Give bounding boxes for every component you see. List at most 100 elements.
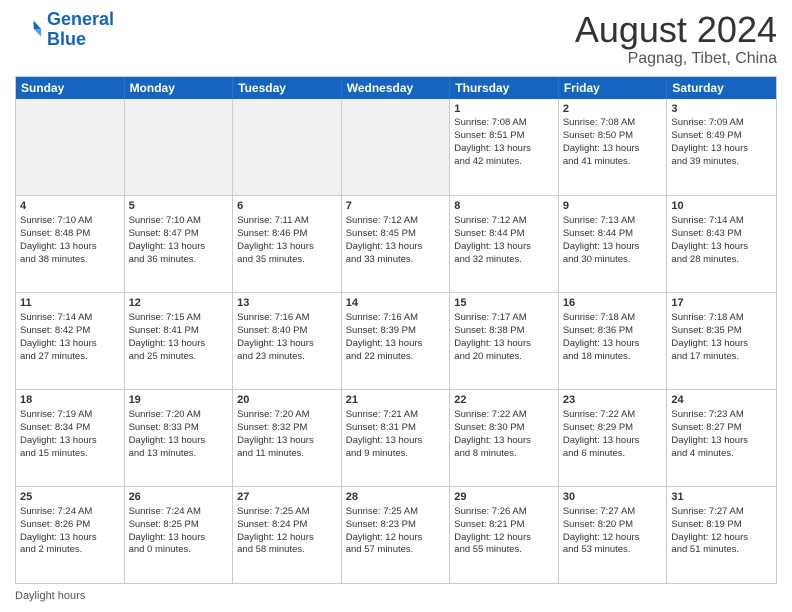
calendar-cell-8: 8Sunrise: 7:12 AM Sunset: 8:44 PM Daylig… xyxy=(450,196,559,292)
calendar-cell-21: 21Sunrise: 7:21 AM Sunset: 8:31 PM Dayli… xyxy=(342,390,451,486)
day-info: Sunrise: 7:24 AM Sunset: 8:26 PM Dayligh… xyxy=(20,506,97,555)
day-number: 16 xyxy=(563,296,663,311)
day-number: 2 xyxy=(563,102,663,117)
calendar-cell-3: 3Sunrise: 7:09 AM Sunset: 8:49 PM Daylig… xyxy=(667,99,776,196)
logo-blue: Blue xyxy=(47,30,114,50)
day-of-week-friday: Friday xyxy=(559,77,668,99)
day-info: Sunrise: 7:12 AM Sunset: 8:44 PM Dayligh… xyxy=(454,215,531,264)
day-info: Sunrise: 7:13 AM Sunset: 8:44 PM Dayligh… xyxy=(563,215,640,264)
day-info: Sunrise: 7:08 AM Sunset: 8:51 PM Dayligh… xyxy=(454,117,531,166)
calendar-header: SundayMondayTuesdayWednesdayThursdayFrid… xyxy=(16,77,776,99)
day-info: Sunrise: 7:18 AM Sunset: 8:36 PM Dayligh… xyxy=(563,312,640,361)
day-info: Sunrise: 7:14 AM Sunset: 8:43 PM Dayligh… xyxy=(671,215,748,264)
day-number: 27 xyxy=(237,490,337,505)
day-of-week-thursday: Thursday xyxy=(450,77,559,99)
day-number: 25 xyxy=(20,490,120,505)
day-info: Sunrise: 7:19 AM Sunset: 8:34 PM Dayligh… xyxy=(20,409,97,458)
calendar-cell-10: 10Sunrise: 7:14 AM Sunset: 8:43 PM Dayli… xyxy=(667,196,776,292)
footer: Daylight hours xyxy=(15,590,777,602)
logo-general: General xyxy=(47,9,114,29)
day-info: Sunrise: 7:10 AM Sunset: 8:48 PM Dayligh… xyxy=(20,215,97,264)
logo-text: General Blue xyxy=(47,10,114,50)
calendar-cell-2: 2Sunrise: 7:08 AM Sunset: 8:50 PM Daylig… xyxy=(559,99,668,196)
calendar-cell-31: 31Sunrise: 7:27 AM Sunset: 8:19 PM Dayli… xyxy=(667,487,776,583)
calendar-cell-empty xyxy=(233,99,342,196)
logo-icon xyxy=(15,16,43,44)
day-number: 22 xyxy=(454,393,554,408)
day-number: 6 xyxy=(237,199,337,214)
day-number: 8 xyxy=(454,199,554,214)
day-info: Sunrise: 7:21 AM Sunset: 8:31 PM Dayligh… xyxy=(346,409,423,458)
calendar-cell-6: 6Sunrise: 7:11 AM Sunset: 8:46 PM Daylig… xyxy=(233,196,342,292)
day-info: Sunrise: 7:25 AM Sunset: 8:24 PM Dayligh… xyxy=(237,506,314,555)
header: General Blue August 2024 Pagnag, Tibet, … xyxy=(15,10,777,68)
day-info: Sunrise: 7:27 AM Sunset: 8:19 PM Dayligh… xyxy=(671,506,748,555)
calendar-cell-4: 4Sunrise: 7:10 AM Sunset: 8:48 PM Daylig… xyxy=(16,196,125,292)
day-info: Sunrise: 7:27 AM Sunset: 8:20 PM Dayligh… xyxy=(563,506,640,555)
calendar-row-2: 4Sunrise: 7:10 AM Sunset: 8:48 PM Daylig… xyxy=(16,195,776,292)
calendar-body: 1Sunrise: 7:08 AM Sunset: 8:51 PM Daylig… xyxy=(16,99,776,583)
day-number: 23 xyxy=(563,393,663,408)
calendar-cell-13: 13Sunrise: 7:16 AM Sunset: 8:40 PM Dayli… xyxy=(233,293,342,389)
day-of-week-wednesday: Wednesday xyxy=(342,77,451,99)
day-info: Sunrise: 7:26 AM Sunset: 8:21 PM Dayligh… xyxy=(454,506,531,555)
day-number: 4 xyxy=(20,199,120,214)
day-info: Sunrise: 7:22 AM Sunset: 8:30 PM Dayligh… xyxy=(454,409,531,458)
day-info: Sunrise: 7:23 AM Sunset: 8:27 PM Dayligh… xyxy=(671,409,748,458)
calendar-cell-29: 29Sunrise: 7:26 AM Sunset: 8:21 PM Dayli… xyxy=(450,487,559,583)
calendar-cell-25: 25Sunrise: 7:24 AM Sunset: 8:26 PM Dayli… xyxy=(16,487,125,583)
day-number: 26 xyxy=(129,490,229,505)
day-info: Sunrise: 7:16 AM Sunset: 8:40 PM Dayligh… xyxy=(237,312,314,361)
day-of-week-monday: Monday xyxy=(125,77,234,99)
day-of-week-tuesday: Tuesday xyxy=(233,77,342,99)
day-info: Sunrise: 7:09 AM Sunset: 8:49 PM Dayligh… xyxy=(671,117,748,166)
calendar-cell-22: 22Sunrise: 7:22 AM Sunset: 8:30 PM Dayli… xyxy=(450,390,559,486)
day-info: Sunrise: 7:20 AM Sunset: 8:33 PM Dayligh… xyxy=(129,409,206,458)
calendar-cell-26: 26Sunrise: 7:24 AM Sunset: 8:25 PM Dayli… xyxy=(125,487,234,583)
day-info: Sunrise: 7:11 AM Sunset: 8:46 PM Dayligh… xyxy=(237,215,314,264)
day-number: 5 xyxy=(129,199,229,214)
day-number: 15 xyxy=(454,296,554,311)
calendar-cell-9: 9Sunrise: 7:13 AM Sunset: 8:44 PM Daylig… xyxy=(559,196,668,292)
day-of-week-saturday: Saturday xyxy=(667,77,776,99)
day-number: 29 xyxy=(454,490,554,505)
day-info: Sunrise: 7:10 AM Sunset: 8:47 PM Dayligh… xyxy=(129,215,206,264)
calendar-row-3: 11Sunrise: 7:14 AM Sunset: 8:42 PM Dayli… xyxy=(16,292,776,389)
month-year: August 2024 xyxy=(575,10,777,50)
day-number: 10 xyxy=(671,199,772,214)
calendar-cell-17: 17Sunrise: 7:18 AM Sunset: 8:35 PM Dayli… xyxy=(667,293,776,389)
location: Pagnag, Tibet, China xyxy=(575,50,777,68)
day-info: Sunrise: 7:15 AM Sunset: 8:41 PM Dayligh… xyxy=(129,312,206,361)
calendar-cell-16: 16Sunrise: 7:18 AM Sunset: 8:36 PM Dayli… xyxy=(559,293,668,389)
day-number: 20 xyxy=(237,393,337,408)
day-info: Sunrise: 7:16 AM Sunset: 8:39 PM Dayligh… xyxy=(346,312,423,361)
calendar-cell-18: 18Sunrise: 7:19 AM Sunset: 8:34 PM Dayli… xyxy=(16,390,125,486)
day-info: Sunrise: 7:18 AM Sunset: 8:35 PM Dayligh… xyxy=(671,312,748,361)
calendar-row-5: 25Sunrise: 7:24 AM Sunset: 8:26 PM Dayli… xyxy=(16,486,776,583)
calendar-cell-11: 11Sunrise: 7:14 AM Sunset: 8:42 PM Dayli… xyxy=(16,293,125,389)
day-number: 19 xyxy=(129,393,229,408)
calendar-cell-24: 24Sunrise: 7:23 AM Sunset: 8:27 PM Dayli… xyxy=(667,390,776,486)
calendar-cell-empty xyxy=(125,99,234,196)
calendar-cell-empty xyxy=(342,99,451,196)
day-number: 9 xyxy=(563,199,663,214)
calendar-cell-12: 12Sunrise: 7:15 AM Sunset: 8:41 PM Dayli… xyxy=(125,293,234,389)
day-info: Sunrise: 7:24 AM Sunset: 8:25 PM Dayligh… xyxy=(129,506,206,555)
logo: General Blue xyxy=(15,10,114,50)
calendar-cell-23: 23Sunrise: 7:22 AM Sunset: 8:29 PM Dayli… xyxy=(559,390,668,486)
calendar: SundayMondayTuesdayWednesdayThursdayFrid… xyxy=(15,76,777,584)
footer-text: Daylight hours xyxy=(15,590,85,602)
calendar-row-4: 18Sunrise: 7:19 AM Sunset: 8:34 PM Dayli… xyxy=(16,389,776,486)
day-number: 18 xyxy=(20,393,120,408)
day-number: 12 xyxy=(129,296,229,311)
day-number: 1 xyxy=(454,102,554,117)
day-number: 24 xyxy=(671,393,772,408)
calendar-cell-5: 5Sunrise: 7:10 AM Sunset: 8:47 PM Daylig… xyxy=(125,196,234,292)
calendar-cell-7: 7Sunrise: 7:12 AM Sunset: 8:45 PM Daylig… xyxy=(342,196,451,292)
day-number: 21 xyxy=(346,393,446,408)
calendar-cell-1: 1Sunrise: 7:08 AM Sunset: 8:51 PM Daylig… xyxy=(450,99,559,196)
day-number: 13 xyxy=(237,296,337,311)
day-of-week-sunday: Sunday xyxy=(16,77,125,99)
page: General Blue August 2024 Pagnag, Tibet, … xyxy=(0,0,792,612)
title-block: August 2024 Pagnag, Tibet, China xyxy=(575,10,777,68)
